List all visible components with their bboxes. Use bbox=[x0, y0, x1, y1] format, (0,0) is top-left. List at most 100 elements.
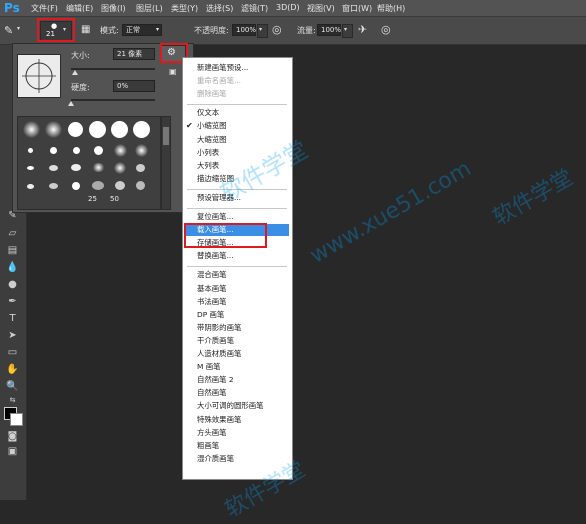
size-value: 21 像素 bbox=[117, 50, 143, 58]
menu-item[interactable]: 大缩览图 bbox=[197, 135, 227, 145]
annotation-highlight-box bbox=[184, 223, 267, 248]
pen-tool-icon[interactable]: ✒ bbox=[4, 295, 21, 308]
menu-filter[interactable]: 滤镜(T) bbox=[241, 3, 268, 14]
menu-item[interactable]: 特殊效果画笔 bbox=[197, 415, 241, 425]
menu-item[interactable]: 复位画笔... bbox=[197, 212, 234, 222]
menu-item[interactable]: 方头画笔 bbox=[197, 428, 227, 438]
soft-round-brush-preset[interactable] bbox=[135, 144, 148, 157]
menu-window[interactable]: 窗口(W) bbox=[342, 3, 372, 14]
menu-3d[interactable]: 3D(D) bbox=[276, 3, 300, 12]
menu-item[interactable]: 新建画笔预设... bbox=[197, 63, 248, 73]
brush-preset[interactable] bbox=[115, 181, 125, 190]
menu-item[interactable]: 带阴影的画笔 bbox=[197, 323, 241, 333]
menu-item[interactable]: 仅文本 bbox=[197, 108, 219, 118]
menu-item[interactable]: 替换画笔... bbox=[197, 251, 234, 261]
brush-preset[interactable] bbox=[49, 183, 58, 189]
menu-item[interactable]: 小列表 bbox=[197, 148, 219, 158]
swap-colors-icon[interactable]: ⇆ bbox=[4, 394, 21, 407]
menu-item[interactable]: 干介质画笔 bbox=[197, 336, 234, 346]
hard-round-brush-preset[interactable] bbox=[28, 148, 33, 153]
brush-panel-toggle-icon[interactable]: ▦ bbox=[81, 24, 90, 35]
hard-round-brush-preset[interactable] bbox=[94, 146, 103, 155]
flow-field[interactable]: 100% bbox=[317, 24, 341, 36]
menu-item[interactable]: 大列表 bbox=[197, 161, 219, 171]
gradient-tool-icon[interactable]: ▤ bbox=[4, 244, 21, 257]
hardness-field[interactable]: 0% bbox=[113, 80, 155, 92]
background-color-swatch[interactable] bbox=[10, 413, 23, 426]
hard-round-brush-preset[interactable] bbox=[73, 147, 80, 154]
soft-round-brush-preset[interactable] bbox=[23, 121, 40, 138]
menu-item[interactable]: 人造材质画笔 bbox=[197, 349, 241, 359]
menu-item[interactable]: 书法画笔 bbox=[197, 297, 227, 307]
menu-item[interactable]: DP 画笔 bbox=[197, 310, 224, 320]
mode-select[interactable]: 正常 ▾ bbox=[122, 24, 162, 36]
menu-bar: Ps 文件(F) 编辑(E) 图像(I) 图层(L) 类型(Y) 选择(S) 滤… bbox=[0, 0, 586, 17]
hard-round-brush-preset[interactable] bbox=[50, 147, 57, 154]
size-slider-track[interactable] bbox=[71, 68, 155, 75]
soft-round-brush-preset[interactable] bbox=[114, 144, 127, 157]
hard-round-brush-preset[interactable] bbox=[89, 121, 106, 138]
scrollbar-thumb[interactable] bbox=[163, 127, 169, 145]
brush-preset[interactable] bbox=[114, 162, 126, 174]
airbrush-icon[interactable]: ✈ bbox=[358, 23, 367, 36]
menu-select[interactable]: 选择(S) bbox=[206, 3, 233, 14]
brush-preset[interactable] bbox=[71, 164, 81, 171]
brush-preset[interactable] bbox=[136, 181, 145, 190]
menu-item[interactable]: 自然画笔 bbox=[197, 388, 227, 398]
menu-item[interactable]: 删除画笔 bbox=[197, 89, 227, 99]
menu-layer[interactable]: 图层(L) bbox=[136, 3, 163, 14]
rectangle-tool-icon[interactable]: ▭ bbox=[4, 346, 21, 359]
tool-preset-arrow-icon[interactable]: ▾ bbox=[17, 25, 20, 32]
menu-item[interactable]: 基本画笔 bbox=[197, 284, 227, 294]
hardness-slider-track[interactable] bbox=[68, 99, 155, 106]
hard-round-brush-preset[interactable] bbox=[111, 121, 128, 138]
type-tool-icon[interactable]: T bbox=[4, 312, 21, 325]
menu-help[interactable]: 帮助(H) bbox=[377, 3, 405, 14]
menu-item[interactable]: M 画笔 bbox=[197, 362, 221, 372]
menu-item[interactable]: 混合画笔 bbox=[197, 270, 227, 280]
chevron-down-icon: ▾ bbox=[259, 26, 263, 33]
new-preset-icon[interactable]: ▣ bbox=[169, 67, 177, 76]
soft-round-brush-preset[interactable] bbox=[45, 121, 62, 138]
menu-item[interactable]: 湿介质画笔 bbox=[197, 454, 234, 464]
brush-preset[interactable] bbox=[49, 165, 58, 171]
hardness-slider-thumb[interactable] bbox=[68, 101, 74, 106]
hard-round-brush-preset[interactable] bbox=[133, 121, 150, 138]
menu-item[interactable]: 自然画笔 2 bbox=[197, 375, 234, 385]
hard-round-brush-preset[interactable] bbox=[68, 122, 83, 137]
flow-dropdown-button[interactable]: ▾ bbox=[342, 24, 353, 38]
size-field[interactable]: 21 像素 bbox=[113, 48, 155, 60]
dodge-tool-icon[interactable]: ● bbox=[4, 278, 21, 291]
menu-view[interactable]: 视图(V) bbox=[307, 3, 335, 14]
brush-preset[interactable] bbox=[92, 163, 105, 172]
menu-type[interactable]: 类型(Y) bbox=[171, 3, 198, 14]
menu-item[interactable]: 粗画笔 bbox=[197, 441, 219, 451]
brush-panel-menu: 新建画笔预设... 重命名画笔... 删除画笔 仅文本 小缩览图 ✔ 大缩览图 小列表 大列表描… bbox=[182, 57, 293, 480]
brush-preset[interactable] bbox=[72, 182, 80, 190]
eraser-tool-icon[interactable]: ▱ bbox=[4, 227, 21, 240]
menu-edit[interactable]: 编辑(E) bbox=[66, 3, 93, 14]
brush-tool-icon[interactable]: ✎ bbox=[4, 24, 13, 37]
pressure-size-icon[interactable]: ◎ bbox=[381, 23, 391, 36]
size-slider-thumb[interactable] bbox=[72, 70, 79, 75]
menu-item[interactable]: 重命名画笔... bbox=[197, 76, 241, 86]
quick-mask-icon[interactable]: ◙ bbox=[4, 430, 21, 443]
size-label: 大小: bbox=[71, 51, 90, 60]
preset-list-scrollbar[interactable] bbox=[161, 116, 171, 210]
brush-preset[interactable] bbox=[27, 166, 34, 170]
zoom-tool-icon[interactable]: 🔍 bbox=[4, 380, 21, 393]
hand-tool-icon[interactable]: ✋ bbox=[4, 363, 21, 376]
brush-preset[interactable] bbox=[27, 184, 34, 189]
brush-preset[interactable] bbox=[92, 181, 104, 190]
menu-item[interactable]: 大小可调的圆形画笔 bbox=[197, 401, 264, 411]
path-select-tool-icon[interactable]: ➤ bbox=[4, 329, 21, 342]
screen-mode-icon[interactable]: ▣ bbox=[4, 445, 21, 458]
pressure-opacity-icon[interactable]: ◎ bbox=[272, 23, 282, 36]
brush-preset[interactable] bbox=[136, 164, 145, 172]
menu-file[interactable]: 文件(F) bbox=[31, 3, 58, 14]
blur-tool-icon[interactable]: 💧 bbox=[4, 261, 21, 274]
opacity-dropdown-button[interactable]: ▾ bbox=[257, 24, 268, 38]
opacity-field[interactable]: 100% bbox=[232, 24, 256, 36]
menu-image[interactable]: 图像(I) bbox=[101, 3, 126, 14]
menu-item[interactable]: 小缩览图 bbox=[197, 121, 227, 131]
